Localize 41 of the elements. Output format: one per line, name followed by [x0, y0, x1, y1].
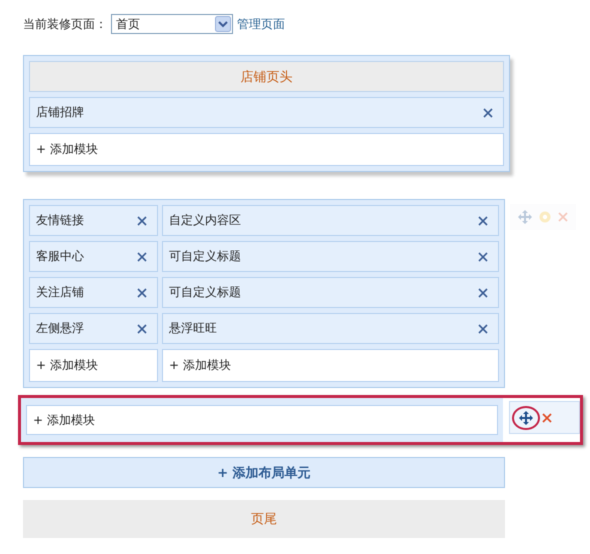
close-icon[interactable]: [137, 252, 147, 262]
module-name: 可自定义标题: [169, 284, 241, 301]
module-name: 左侧悬浮: [36, 320, 84, 337]
module-name: 关注店铺: [36, 284, 84, 301]
close-icon[interactable]: [137, 216, 147, 226]
module-item[interactable]: 友情链接: [29, 205, 158, 236]
close-icon[interactable]: [478, 252, 488, 262]
module-name: 可自定义标题: [169, 248, 241, 265]
footer-title: 页尾: [251, 511, 277, 528]
module-name: 客服中心: [36, 248, 84, 265]
add-module-button[interactable]: + 添加模块: [26, 405, 498, 435]
header-title: 店铺页头: [240, 68, 292, 86]
module-item[interactable]: 可自定义标题: [162, 277, 499, 308]
add-module-button[interactable]: + 添加模块: [29, 133, 504, 166]
module-item[interactable]: 客服中心: [29, 241, 158, 272]
module-name: 友情链接: [36, 212, 84, 229]
add-layout-unit-button[interactable]: + 添加布局单元: [23, 457, 505, 488]
close-icon[interactable]: [137, 288, 147, 298]
module-item[interactable]: 可自定义标题: [162, 241, 499, 272]
move-handle[interactable]: [512, 406, 540, 430]
module-name: 店铺招牌: [36, 104, 84, 121]
module-item[interactable]: 关注店铺: [29, 277, 158, 308]
module-name: 自定义内容区: [169, 212, 241, 229]
page-select[interactable]: 首页: [111, 14, 233, 34]
add-module-button[interactable]: + 添加模块: [29, 349, 158, 382]
module-item[interactable]: 自定义内容区: [162, 205, 499, 236]
close-icon[interactable]: [483, 108, 493, 118]
close-icon[interactable]: [478, 288, 488, 298]
close-icon[interactable]: [542, 412, 552, 422]
page-selector-label: 当前装修页面：: [23, 16, 107, 32]
module-item[interactable]: 悬浮旺旺: [162, 313, 499, 344]
close-icon[interactable]: [137, 324, 147, 334]
close-icon[interactable]: [478, 324, 488, 334]
caret-icon: [215, 16, 231, 32]
move-icon: [519, 410, 533, 424]
module-name: 悬浮旺旺: [169, 320, 217, 337]
add-module-button[interactable]: + 添加模块: [162, 349, 499, 382]
manage-pages-link[interactable]: 管理页面: [237, 16, 285, 32]
close-icon[interactable]: [478, 216, 488, 226]
module-item[interactable]: 左侧悬浮: [29, 313, 158, 344]
module-item[interactable]: 店铺招牌: [29, 97, 504, 128]
